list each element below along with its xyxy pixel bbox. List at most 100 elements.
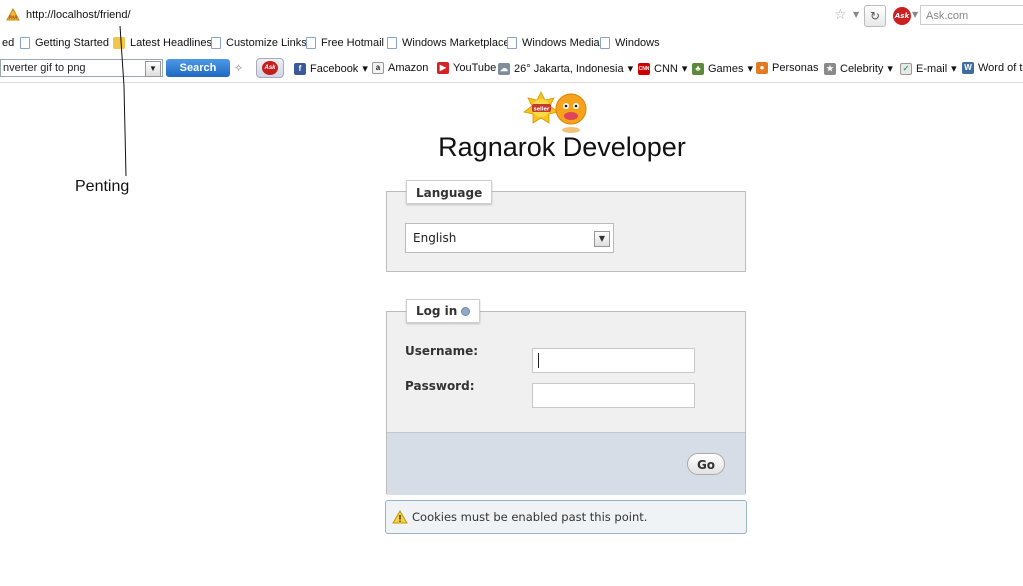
bookmark-label: Customize Links	[226, 37, 307, 49]
toolbar-item-label: Word of t	[978, 62, 1023, 74]
login-footer: Go	[387, 432, 745, 495]
cnn-icon: CNN	[638, 62, 650, 75]
toolbar-item-label: E-mail	[916, 62, 948, 75]
page-icon	[211, 37, 221, 49]
bookmark-label: Free Hotmail	[321, 37, 384, 49]
toolbar-item-label: CNN	[654, 62, 678, 75]
bookmark-label: Getting Started	[35, 37, 109, 49]
bookmark-free-hotmail[interactable]: Free Hotmail	[306, 37, 384, 49]
toolbar-search-button[interactable]: Search	[166, 59, 230, 77]
bookmark-item[interactable]: ed	[2, 37, 14, 49]
toolbar-item-weather[interactable]: ☁ 26° Jakarta, Indonesia ▾	[498, 62, 633, 75]
dropdown-icon: ▾	[681, 63, 688, 75]
toolbar-item-email[interactable]: ✓ E-mail ▾	[900, 62, 957, 75]
url-field[interactable]: http://localhost/friend/	[26, 9, 131, 21]
bookmarks-bar: ed Getting Started Latest Headlines Cust…	[0, 32, 1023, 54]
bookmark-label: ed	[2, 37, 15, 49]
login-legend: Log in	[406, 299, 481, 323]
annotation-pointer-line	[119, 26, 127, 176]
help-icon[interactable]	[461, 306, 471, 316]
bookmark-windows-media[interactable]: Windows Media	[507, 37, 600, 49]
browser-search-input[interactable]: Ask.com	[920, 5, 1023, 25]
dropdown-icon: ▾	[362, 63, 368, 75]
dropdown-icon: ▾	[951, 63, 957, 75]
text-caret	[538, 353, 539, 368]
youtube-icon: ▶	[437, 62, 449, 74]
language-select[interactable]: English ▼	[405, 223, 614, 253]
history-dropdown-icon[interactable]: ▼	[853, 10, 859, 19]
toolbar-item-label: Celebrity	[840, 62, 884, 75]
page-icon	[600, 37, 610, 49]
personas-icon: ●	[756, 62, 768, 74]
bookmark-label: Latest Headlines	[130, 37, 212, 49]
ask-engine-icon[interactable]: Ask	[893, 7, 911, 25]
address-bar: PMA http://localhost/friend/ ☆ ▼ ↻ Ask ▼…	[0, 0, 1023, 33]
dropdown-icon: ▾	[747, 63, 753, 75]
toolbar-item-label: YouTube	[453, 62, 497, 74]
page-icon	[306, 37, 316, 49]
language-fieldset: Language English ▼	[386, 180, 746, 272]
word-icon: W	[962, 62, 974, 74]
page-title: Ragnarok Developer	[438, 132, 686, 162]
toolbar-item-facebook[interactable]: f Facebook ▾	[294, 62, 368, 75]
seller-mascot-logo: seller	[523, 91, 587, 133]
ask-toolbar: nverter gif to png ▼ Search ⟡ Ask f Face…	[0, 54, 1023, 83]
page-icon	[387, 37, 397, 49]
dropdown-icon: ▾	[627, 63, 634, 75]
toolbar-item-youtube[interactable]: ▶ YouTube	[437, 62, 496, 74]
bookmark-customize-links[interactable]: Customize Links	[211, 37, 307, 49]
games-icon: ♣	[692, 62, 704, 75]
site-favicon-icon: PMA	[6, 8, 20, 21]
bookmark-windows-marketplace[interactable]: Windows Marketplace	[387, 37, 510, 49]
facebook-icon: f	[294, 62, 306, 75]
toolbar-item-cnn[interactable]: CNN CNN ▾	[638, 62, 687, 75]
dropdown-icon: ▾	[887, 63, 893, 75]
toolbar-item-word[interactable]: W Word of t	[962, 62, 1022, 74]
toolbar-item-amazon[interactable]: a Amazon	[372, 62, 428, 74]
toolbar-item-label: 26° Jakarta, Indonesia	[514, 62, 624, 75]
bookmark-getting-started[interactable]: Getting Started	[20, 37, 109, 49]
username-label: Username:	[405, 344, 479, 358]
pin-icon[interactable]: ⟡	[235, 62, 243, 74]
bookmark-label: Windows Media	[522, 37, 600, 49]
login-legend-label: Log in	[416, 304, 458, 318]
chevron-down-icon[interactable]: ▼	[145, 61, 161, 77]
amazon-icon: a	[372, 62, 384, 74]
toolbar-item-label: Facebook	[310, 62, 359, 75]
page-icon	[20, 37, 30, 49]
username-input[interactable]	[532, 348, 695, 373]
toolbar-item-celebrity[interactable]: ★ Celebrity ▾	[824, 62, 893, 75]
engine-dropdown-icon[interactable]: ▼	[912, 10, 918, 19]
annotation-label: Penting	[75, 178, 130, 195]
bookmark-label: Windows	[615, 37, 660, 49]
toolbar-item-label: Amazon	[388, 62, 429, 74]
ask-logo-button[interactable]: Ask	[256, 58, 284, 78]
email-icon: ✓	[900, 62, 912, 75]
celebrity-icon: ★	[824, 62, 836, 75]
password-input[interactable]	[532, 383, 695, 408]
toolbar-search-input[interactable]: nverter gif to png ▼	[0, 59, 163, 77]
bookmark-windows[interactable]: Windows	[600, 37, 660, 49]
svg-text:PMA: PMA	[9, 15, 18, 20]
warning-icon	[392, 510, 408, 524]
cookie-notice-text: Cookies must be enabled past this point.	[412, 510, 648, 524]
page-icon	[507, 37, 517, 49]
toolbar-item-games[interactable]: ♣ Games ▾	[692, 62, 753, 75]
toolbar-item-personas[interactable]: ● Personas	[756, 62, 818, 74]
ask-engine-label: Ask	[894, 12, 910, 20]
bookmark-label: Windows Marketplace	[402, 37, 510, 49]
bookmark-star-icon[interactable]: ☆	[834, 7, 847, 23]
language-legend: Language	[406, 180, 493, 204]
toolbar-item-label: Personas	[772, 62, 819, 74]
cookie-notice: Cookies must be enabled past this point.	[385, 500, 747, 534]
toolbar-item-label: Games	[708, 62, 744, 75]
toolbar-search-value: nverter gif to png	[3, 62, 86, 74]
password-label: Password:	[405, 379, 475, 393]
chevron-down-icon[interactable]: ▼	[594, 231, 610, 247]
logo-text: seller	[534, 107, 550, 113]
login-fieldset: Log in Username: Password: Go	[386, 299, 746, 495]
ask-logo-label: Ask	[262, 61, 278, 75]
language-selected-value: English	[413, 231, 457, 245]
go-button[interactable]: Go	[687, 453, 725, 475]
reload-button[interactable]: ↻	[864, 5, 886, 27]
